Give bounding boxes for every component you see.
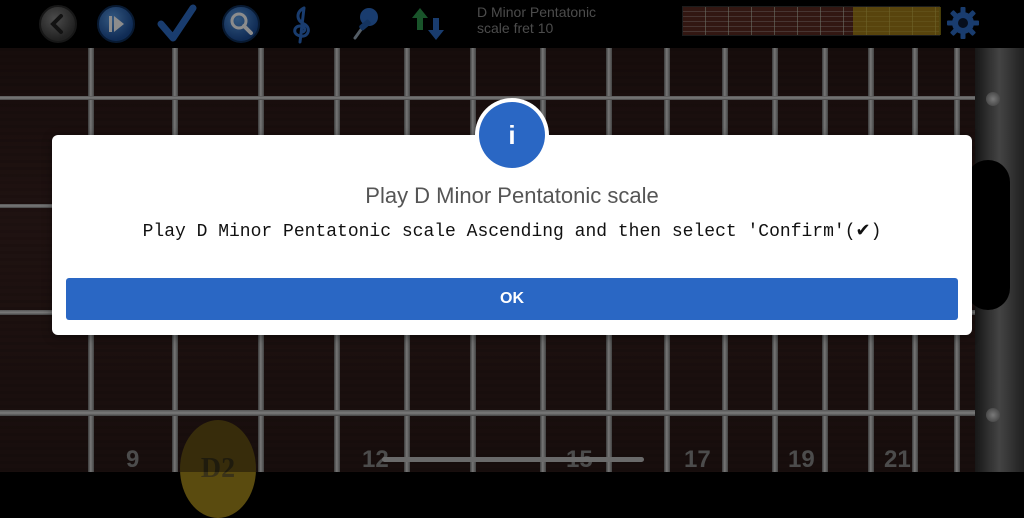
side-handle[interactable] bbox=[966, 160, 1010, 310]
dialog-title: Play D Minor Pentatonic scale bbox=[365, 183, 659, 208]
info-icon-glyph: i bbox=[479, 102, 545, 168]
home-indicator[interactable] bbox=[382, 457, 644, 462]
info-icon: i bbox=[475, 98, 549, 172]
dialog-message: Play D Minor Pentatonic scale Ascending … bbox=[142, 222, 882, 242]
ok-button[interactable]: OK bbox=[66, 278, 958, 320]
